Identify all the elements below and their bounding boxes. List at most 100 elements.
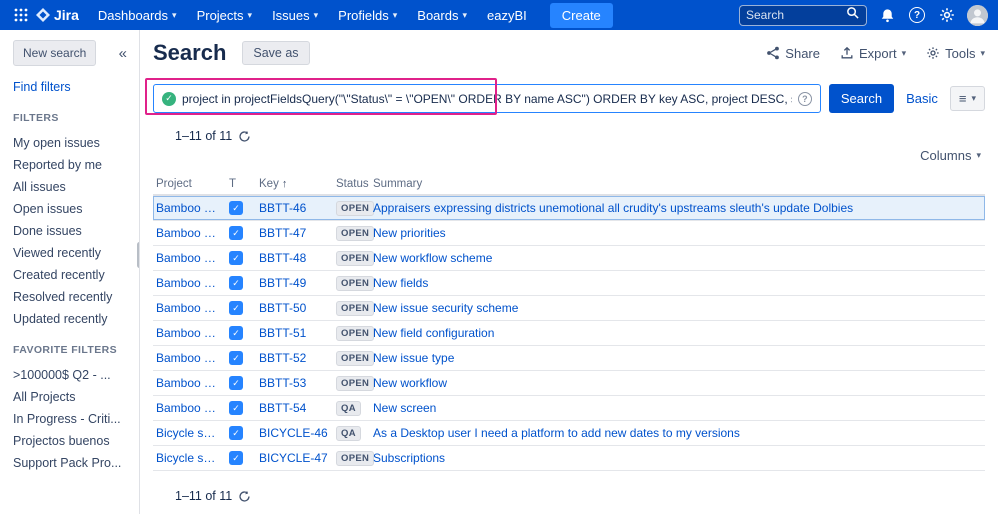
settings-gear-icon[interactable] — [937, 5, 957, 25]
table-row[interactable]: Bicycle shop ✓ BICYCLE-46 QA As a Deskto… — [153, 421, 985, 446]
column-header-summary[interactable]: Summary — [373, 178, 981, 190]
project-link[interactable]: Bamboo Tea — [156, 326, 229, 340]
refresh-icon[interactable] — [238, 130, 251, 143]
save-as-button[interactable]: Save as — [242, 41, 310, 65]
sidebar-resize-handle[interactable] — [137, 242, 139, 268]
syntax-help-icon[interactable]: ? — [797, 91, 812, 106]
issue-summary-link[interactable]: New field configuration — [373, 326, 981, 340]
issue-key-link[interactable]: BBTT-51 — [259, 326, 336, 340]
issue-summary-link[interactable]: Subscriptions — [373, 451, 981, 465]
issue-summary-link[interactable]: New issue security scheme — [373, 301, 981, 315]
issue-key-link[interactable]: BBTT-49 — [259, 276, 336, 290]
sidebar-filter-item[interactable]: Done issues — [13, 220, 131, 242]
status-badge: OPEN — [336, 376, 375, 391]
issue-key-link[interactable]: BBTT-47 — [259, 226, 336, 240]
project-link[interactable]: Bicycle shop — [156, 451, 229, 465]
notifications-bell-icon[interactable] — [877, 5, 897, 25]
nav-menu-item[interactable]: Boards ▾ — [408, 4, 476, 27]
sidebar-filter-item[interactable]: My open issues — [13, 132, 131, 154]
sidebar-filter-item[interactable]: Updated recently — [13, 308, 131, 330]
issue-summary-link[interactable]: As a Desktop user I need a platform to a… — [373, 426, 981, 440]
find-filters-link[interactable]: Find filters — [13, 80, 131, 94]
column-header-status[interactable]: Status — [336, 178, 373, 190]
sidebar-favorite-filter-item[interactable]: >100000$ Q2 - ... — [13, 364, 131, 386]
sidebar-favorite-filter-item[interactable]: All Projects — [13, 386, 131, 408]
project-link[interactable]: Bamboo Tea — [156, 301, 229, 315]
issue-key-link[interactable]: BBTT-48 — [259, 251, 336, 265]
nav-menu-item[interactable]: Issues ▾ — [263, 4, 327, 27]
export-button[interactable]: Export ▾ — [840, 46, 906, 61]
sidebar-favorite-filter-item[interactable]: Projectos buenos — [13, 430, 131, 452]
column-header-type[interactable]: T — [229, 178, 259, 190]
issue-key-link[interactable]: BICYCLE-46 — [259, 426, 336, 440]
issue-summary-link[interactable]: New workflow — [373, 376, 981, 390]
issue-key-link[interactable]: BBTT-50 — [259, 301, 336, 315]
sidebar-filter-item[interactable]: Viewed recently — [13, 242, 131, 264]
user-avatar[interactable] — [967, 4, 988, 26]
table-row[interactable]: Bamboo Tea ✓ BBTT-49 OPEN New fields — [153, 271, 985, 296]
nav-menu-item[interactable]: Dashboards ▾ — [89, 4, 186, 27]
status-badge: OPEN — [336, 226, 375, 241]
column-header-key[interactable]: Key ↑ — [259, 178, 336, 190]
new-search-button[interactable]: New search — [13, 40, 97, 66]
issue-summary-link[interactable]: New workflow scheme — [373, 251, 981, 265]
project-link[interactable]: Bamboo Tea — [156, 351, 229, 365]
project-link[interactable]: Bamboo Tea — [156, 276, 229, 290]
help-icon[interactable]: ? — [907, 5, 927, 25]
table-row[interactable]: Bamboo Tea ✓ BBTT-47 OPEN New priorities — [153, 221, 985, 246]
chevron-down-icon: ▾ — [172, 9, 177, 20]
issue-summary-link[interactable]: New screen — [373, 401, 981, 415]
issue-key-link[interactable]: BBTT-46 — [259, 201, 336, 215]
basic-mode-link[interactable]: Basic — [906, 91, 938, 106]
share-button[interactable]: Share — [766, 46, 820, 61]
project-link[interactable]: Bamboo Tea — [156, 201, 229, 215]
columns-dropdown-button[interactable]: Columns ▾ — [916, 145, 985, 166]
issue-summary-link[interactable]: New priorities — [373, 226, 981, 240]
nav-menu-item[interactable]: Projects ▾ — [188, 4, 262, 27]
collapse-sidebar-icon[interactable]: « — [115, 43, 131, 64]
issue-key-link[interactable]: BBTT-53 — [259, 376, 336, 390]
table-row[interactable]: Bamboo Tea ✓ BBTT-52 OPEN New issue type — [153, 346, 985, 371]
project-link[interactable]: Bamboo Tea — [156, 226, 229, 240]
issue-summary-link[interactable]: Appraisers expressing districts unemotio… — [373, 201, 981, 215]
table-row[interactable]: Bicycle shop ✓ BICYCLE-47 OPEN Subscript… — [153, 446, 985, 471]
table-row[interactable]: Bamboo Tea ✓ BBTT-53 OPEN New workflow — [153, 371, 985, 396]
refresh-icon[interactable] — [238, 490, 251, 503]
nav-menu-item[interactable]: Profields ▾ — [329, 4, 406, 27]
chevron-down-icon: ▾ — [462, 9, 468, 20]
app-switcher-grid-icon[interactable] — [10, 4, 32, 26]
sidebar-favorite-filter-item[interactable]: Support Pack Pro... — [13, 452, 131, 474]
tools-button[interactable]: Tools ▾ — [926, 46, 985, 61]
sidebar-filter-item[interactable]: All issues — [13, 176, 131, 198]
column-header-project[interactable]: Project — [156, 178, 229, 190]
list-view-switcher-button[interactable]: ≡ ▾ — [949, 86, 985, 111]
table-row[interactable]: Bamboo Tea ✓ BBTT-46 OPEN Appraisers exp… — [153, 196, 985, 221]
sidebar-filter-item[interactable]: Resolved recently — [13, 286, 131, 308]
project-link[interactable]: Bicycle shop — [156, 426, 229, 440]
issue-key-link[interactable]: BICYCLE-47 — [259, 451, 336, 465]
nav-menu-item[interactable]: eazyBI — [478, 4, 540, 27]
issue-key-link[interactable]: BBTT-54 — [259, 401, 336, 415]
issue-summary-link[interactable]: New fields — [373, 276, 981, 290]
table-row[interactable]: Bamboo Tea ✓ BBTT-50 OPEN New issue secu… — [153, 296, 985, 321]
table-row[interactable]: Bamboo Tea ✓ BBTT-54 QA New screen — [153, 396, 985, 421]
project-link[interactable]: Bamboo Tea — [156, 401, 229, 415]
sidebar-filter-item[interactable]: Created recently — [13, 264, 131, 286]
table-row[interactable]: Bamboo Tea ✓ BBTT-51 OPEN New field conf… — [153, 321, 985, 346]
search-button[interactable]: Search — [828, 84, 895, 113]
project-link[interactable]: Bamboo Tea — [156, 251, 229, 265]
issue-summary-link[interactable]: New issue type — [373, 351, 981, 365]
global-search-box[interactable] — [739, 4, 867, 26]
status-badge: OPEN — [336, 201, 375, 216]
sidebar-filter-item[interactable]: Open issues — [13, 198, 131, 220]
global-search-input[interactable] — [746, 8, 846, 22]
table-row[interactable]: Bamboo Tea ✓ BBTT-48 OPEN New workflow s… — [153, 246, 985, 271]
jira-logo[interactable]: Jira — [36, 7, 79, 23]
create-button[interactable]: Create — [549, 2, 613, 28]
sidebar-filter-item[interactable]: Reported by me — [13, 154, 131, 176]
jql-query-input[interactable]: ✓ project in projectFieldsQuery("\"Statu… — [153, 84, 821, 113]
issue-key-link[interactable]: BBTT-52 — [259, 351, 336, 365]
sidebar-favorite-filter-item[interactable]: In Progress - Criti... — [13, 408, 131, 430]
project-link[interactable]: Bamboo Tea — [156, 376, 229, 390]
results-count-footer: 1–11 of 11 — [175, 489, 985, 503]
